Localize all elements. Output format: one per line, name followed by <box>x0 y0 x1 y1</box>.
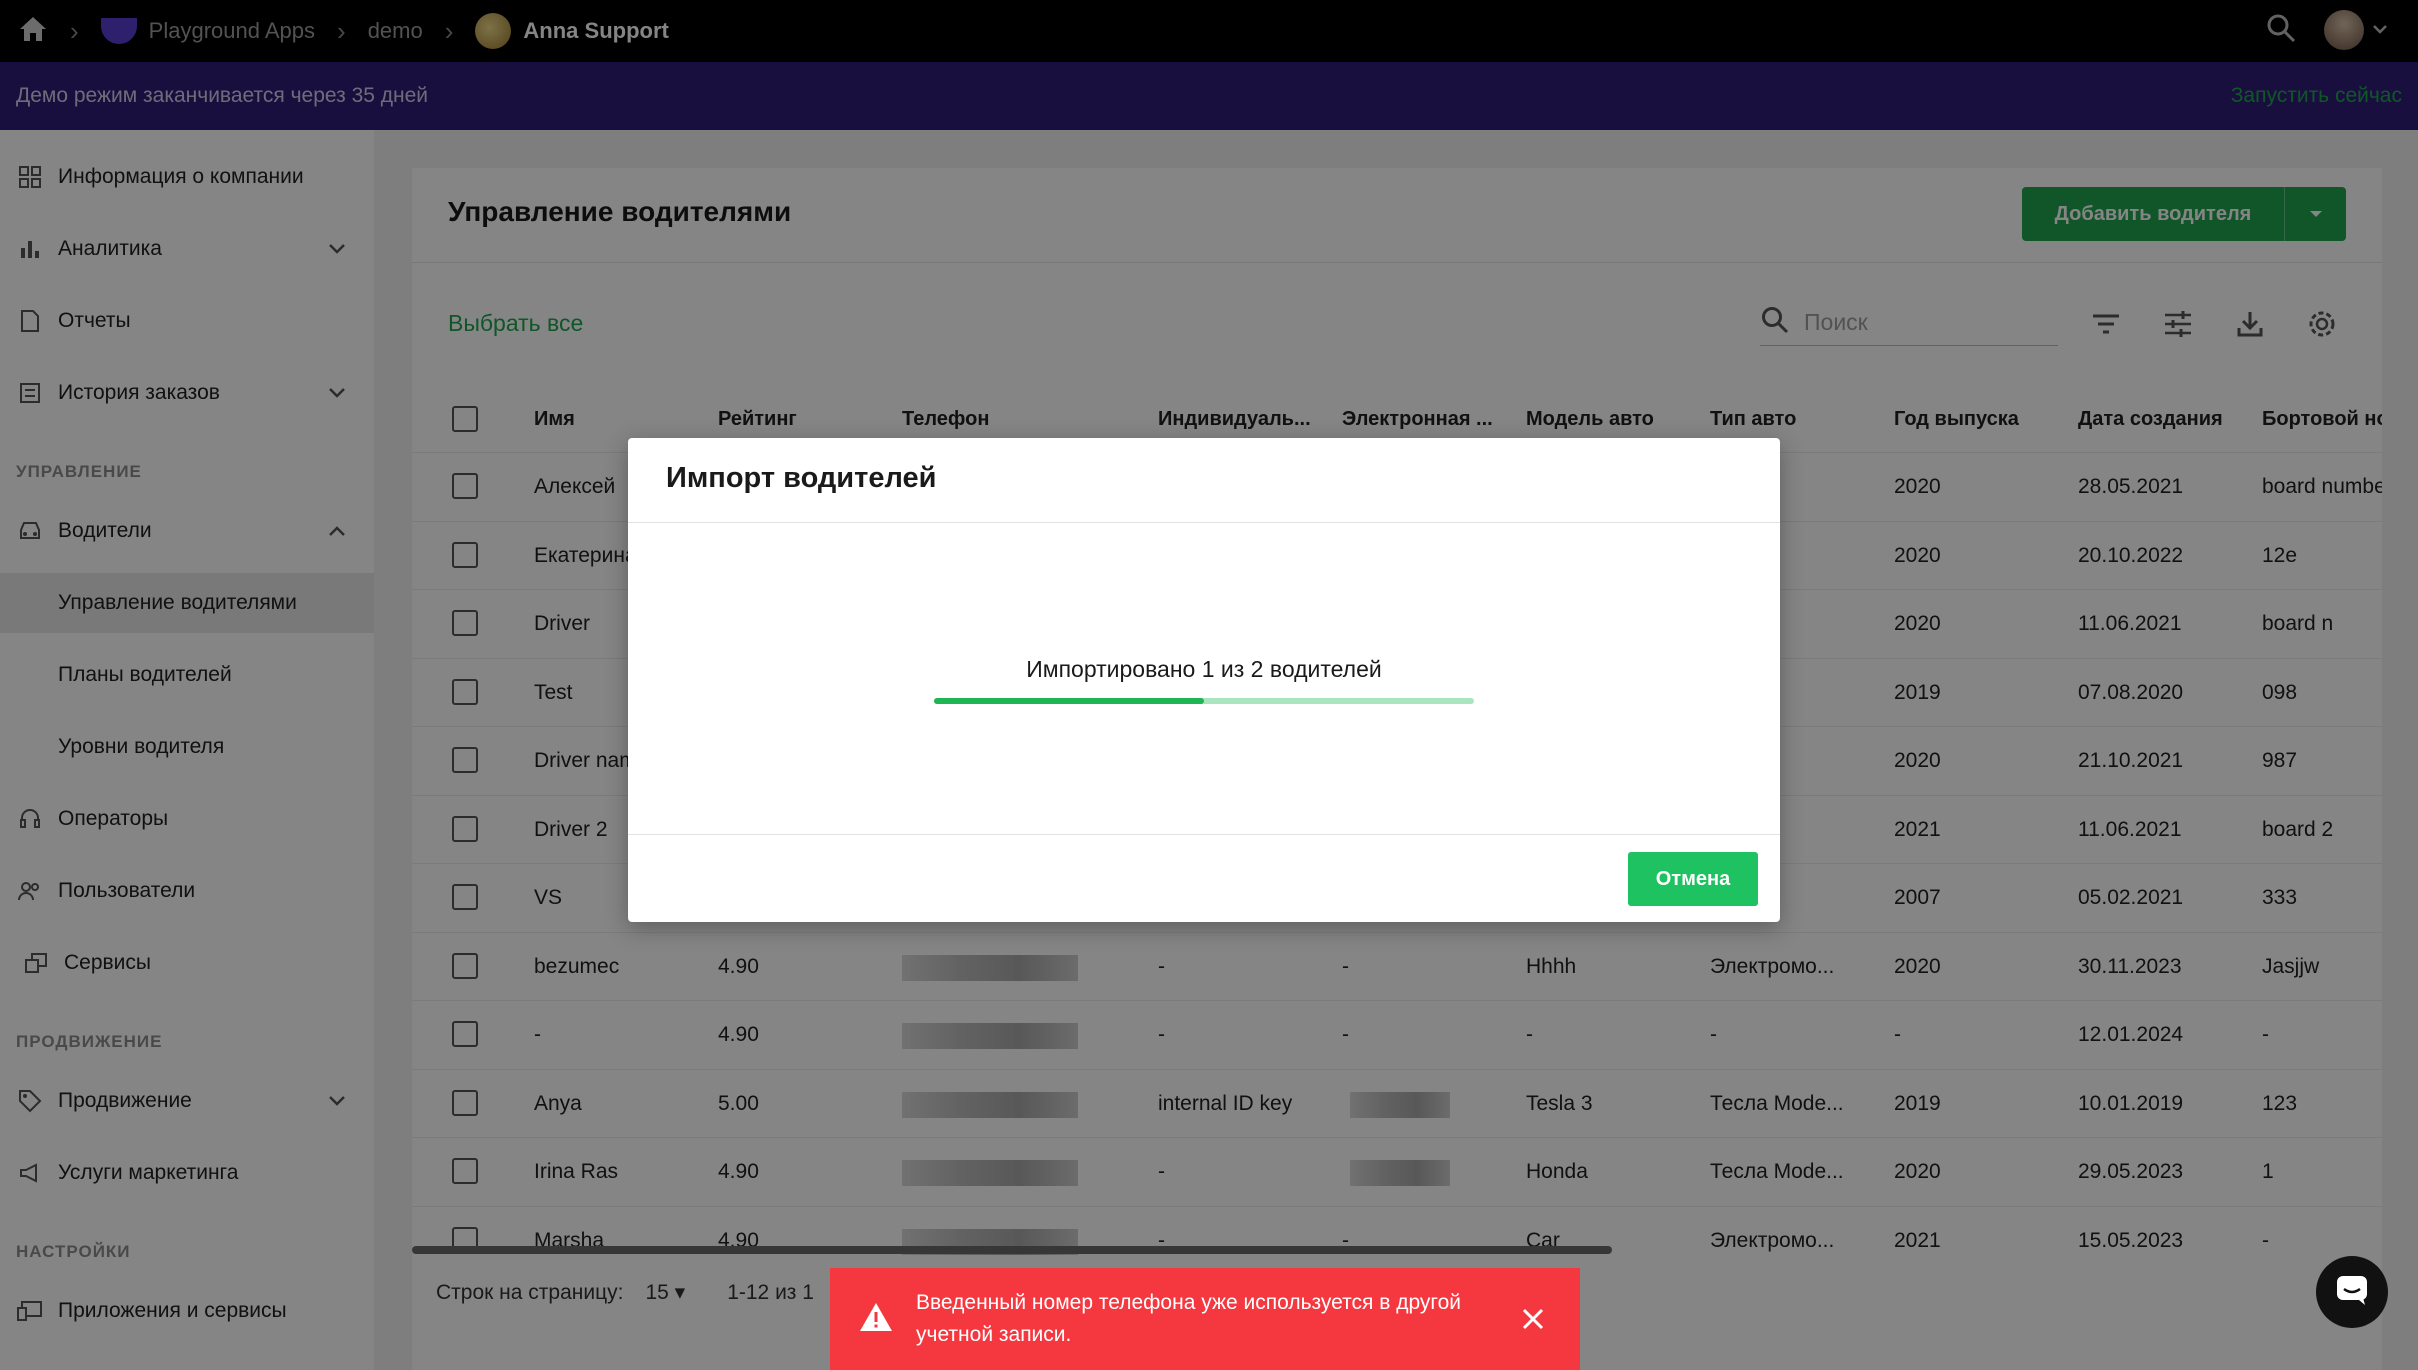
import-drivers-dialog: Импорт водителей Импортировано 1 из 2 во… <box>628 438 1780 922</box>
cancel-button[interactable]: Отмена <box>1628 852 1758 906</box>
import-progress-text: Импортировано 1 из 2 водителей <box>1026 656 1382 682</box>
dialog-title: Импорт водителей <box>666 462 937 494</box>
import-progress-bar <box>934 698 1474 704</box>
import-progress-fill <box>934 698 1204 704</box>
toast-message: Введенный номер телефона уже используетс… <box>916 1291 1462 1346</box>
warning-icon <box>858 1301 894 1338</box>
chat-widget-button[interactable] <box>2316 1256 2388 1328</box>
error-toast: Введенный номер телефона уже используетс… <box>830 1268 1580 1370</box>
chat-icon <box>2335 1274 2369 1311</box>
close-icon[interactable] <box>1520 1306 1546 1337</box>
